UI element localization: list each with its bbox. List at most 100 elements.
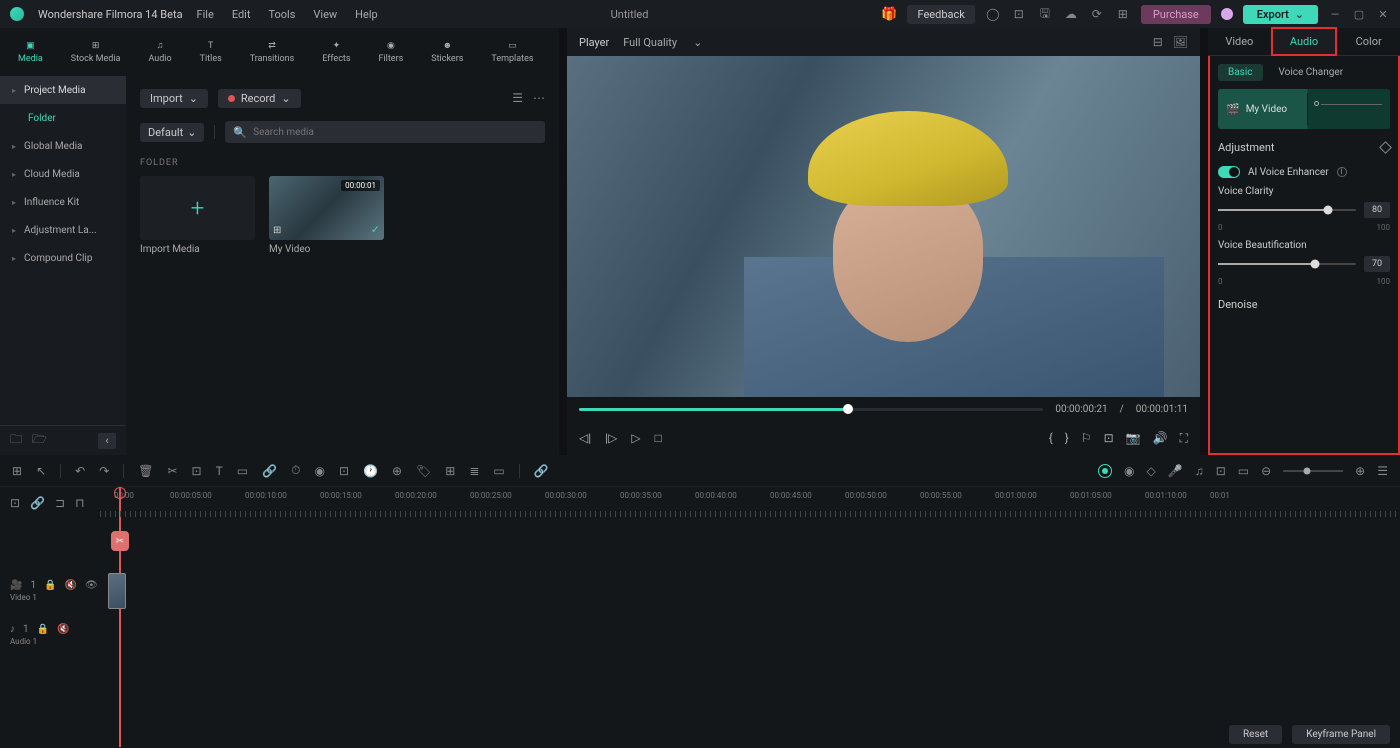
sidebar-item-folder[interactable]: Folder xyxy=(0,104,126,132)
menu-help[interactable]: Help xyxy=(355,8,378,21)
collapse-icon[interactable]: ‹ xyxy=(98,433,116,449)
sidebar-item-influence-kit[interactable]: ▸Influence Kit xyxy=(0,188,126,216)
snapshot-icon[interactable]: 🖼 xyxy=(1173,35,1188,49)
tab-titles[interactable]: TTitles xyxy=(200,41,222,64)
import-tile[interactable]: + Import Media xyxy=(140,176,255,255)
marker2-icon[interactable]: ◇ xyxy=(1147,464,1156,478)
minimize-icon[interactable]: — xyxy=(1328,8,1342,21)
tab-effects[interactable]: ✦Effects xyxy=(322,41,350,64)
tab-audio[interactable]: ♫Audio xyxy=(148,40,171,64)
tab-video[interactable]: Video xyxy=(1208,29,1271,54)
render-icon[interactable]: ▭ xyxy=(493,464,504,478)
menu-file[interactable]: File xyxy=(197,8,214,21)
maximize-icon[interactable]: ▢ xyxy=(1352,8,1366,21)
zoom-in-icon[interactable]: ⊕ xyxy=(1355,464,1365,478)
delete-icon[interactable]: 🗑 xyxy=(138,464,153,478)
voice-beautification-value[interactable]: 70 xyxy=(1364,256,1390,272)
compare-icon[interactable]: ⊟ xyxy=(1153,35,1163,49)
video-tile[interactable]: 00:00:01 ⊞ ✓ My Video xyxy=(269,176,384,255)
color-icon[interactable]: ◉ xyxy=(314,464,324,478)
stop-button[interactable]: □ xyxy=(655,431,662,445)
folder-icon[interactable]: 🗀 xyxy=(10,430,22,451)
shape-icon[interactable]: ▭ xyxy=(237,464,248,478)
progress-slider[interactable] xyxy=(579,408,1043,411)
fullscreen-icon[interactable]: ⛶ xyxy=(1180,431,1188,446)
tag-icon[interactable]: 🏷 xyxy=(416,464,431,478)
mute-icon[interactable]: 🔇 xyxy=(65,580,77,591)
redo-icon[interactable]: ↷ xyxy=(99,464,109,478)
mute-icon[interactable]: 🔇 xyxy=(57,624,69,635)
cursor-icon[interactable]: ↖ xyxy=(36,464,46,478)
track-icon[interactable]: ⊡ xyxy=(10,496,20,510)
text-icon[interactable]: T xyxy=(216,464,223,478)
tab-templates[interactable]: ▭Templates xyxy=(491,41,533,64)
video-preview[interactable] xyxy=(567,56,1200,397)
sidebar-item-adjustment-layer[interactable]: ▸Adjustment La... xyxy=(0,216,126,244)
gift-icon[interactable]: 🎁 xyxy=(881,7,897,22)
volume-icon[interactable]: 🔊 xyxy=(1153,431,1168,445)
frame-icon[interactable]: ▭ xyxy=(1238,464,1249,478)
tab-audio[interactable]: Audio xyxy=(1271,27,1338,56)
denoise-header[interactable]: Denoise xyxy=(1218,294,1390,315)
lock-icon[interactable]: 🔒 xyxy=(37,624,49,635)
voice-clarity-slider[interactable] xyxy=(1218,209,1356,211)
info-icon[interactable]: i xyxy=(1337,167,1347,177)
screen2-icon[interactable]: ⊡ xyxy=(1216,464,1226,478)
video-clip[interactable] xyxy=(108,573,126,609)
export-button[interactable]: Export⌄ xyxy=(1243,5,1318,24)
apps-icon[interactable]: ⊞ xyxy=(1115,7,1131,21)
tab-filters[interactable]: ◉Filters xyxy=(379,41,404,64)
mic-icon[interactable]: 🎤 xyxy=(1168,464,1183,478)
user-avatar[interactable] xyxy=(1221,8,1233,20)
zoom-out-icon[interactable]: ⊖ xyxy=(1261,464,1271,478)
sidebar-item-project-media[interactable]: ▸Project Media xyxy=(0,76,126,104)
subtab-voice-changer[interactable]: Voice Changer xyxy=(1269,64,1354,81)
expand-icon[interactable]: ⊕ xyxy=(392,464,402,478)
sidebar-item-global-media[interactable]: ▸Global Media xyxy=(0,132,126,160)
cloud-icon[interactable]: ☁ xyxy=(1063,7,1079,21)
link2-icon[interactable]: 🔗 xyxy=(30,496,45,510)
prev-frame-button[interactable]: ◁| xyxy=(579,431,591,445)
more-icon[interactable]: ⋯ xyxy=(533,91,545,105)
brace-left-icon[interactable]: { xyxy=(1049,431,1053,445)
camera-icon[interactable]: 📷 xyxy=(1126,431,1141,445)
save-icon[interactable]: 🖫 xyxy=(1037,4,1053,25)
record-button[interactable]: Record⌄ xyxy=(218,89,301,108)
adjust-icon[interactable]: ⊡ xyxy=(339,464,349,478)
music-icon[interactable]: ♫ xyxy=(1195,464,1204,478)
search-input[interactable]: 🔍 xyxy=(225,121,545,143)
audio-track[interactable]: ♪1🔒🔇 Audio 1 xyxy=(0,613,1400,657)
sidebar-item-compound-clip[interactable]: ▸Compound Clip xyxy=(0,244,126,272)
undo-icon[interactable]: ↶ xyxy=(75,464,85,478)
zoom-thumb[interactable] xyxy=(1304,467,1311,474)
quality-dropdown[interactable]: Full Quality⌄ xyxy=(623,36,702,49)
layers-icon[interactable]: ≣ xyxy=(469,464,479,478)
play-button[interactable]: ▷ xyxy=(631,431,640,445)
crop-icon[interactable]: ⊡ xyxy=(192,464,202,478)
keyframe-diamond-icon[interactable] xyxy=(1379,141,1392,154)
menu-tools[interactable]: Tools xyxy=(268,8,295,21)
keyframe-panel-button[interactable]: Keyframe Panel xyxy=(1292,725,1390,744)
menu-edit[interactable]: Edit xyxy=(232,8,251,21)
toggle-switch[interactable] xyxy=(1218,166,1240,178)
purchase-button[interactable]: Purchase xyxy=(1141,5,1211,24)
lock-icon[interactable]: 🔒 xyxy=(44,580,56,591)
screen-icon[interactable]: ⊡ xyxy=(1011,7,1027,21)
menu-view[interactable]: View xyxy=(313,8,337,21)
video-track[interactable]: 🎥1🔒🔇👁 Video 1 xyxy=(0,569,1400,613)
tab-stickers[interactable]: ☻Stickers xyxy=(431,40,463,64)
sync-icon[interactable]: ⟳ xyxy=(1089,7,1105,21)
voice-clarity-value[interactable]: 80 xyxy=(1364,202,1390,218)
link-icon[interactable]: 🔗 xyxy=(262,464,277,478)
reset-button[interactable]: Reset xyxy=(1229,725,1282,744)
timeline-ruler[interactable]: ✂ 00:00 00:00:05:00 00:00:10:00 00:00:15… xyxy=(100,487,1400,519)
tab-color[interactable]: Color xyxy=(1337,29,1400,54)
search-field[interactable] xyxy=(253,127,537,138)
grid-icon[interactable]: ⊞ xyxy=(12,464,22,478)
tab-media[interactable]: ▣Media xyxy=(18,41,43,64)
magnet-icon[interactable]: ⊐ xyxy=(55,496,65,510)
ai-voice-enhancer-toggle[interactable]: AI Voice Enhancer i xyxy=(1218,166,1390,178)
marker-icon[interactable]: ⚐ xyxy=(1081,431,1092,445)
list-icon[interactable]: ☰ xyxy=(1377,464,1388,478)
progress-thumb[interactable] xyxy=(843,404,853,414)
